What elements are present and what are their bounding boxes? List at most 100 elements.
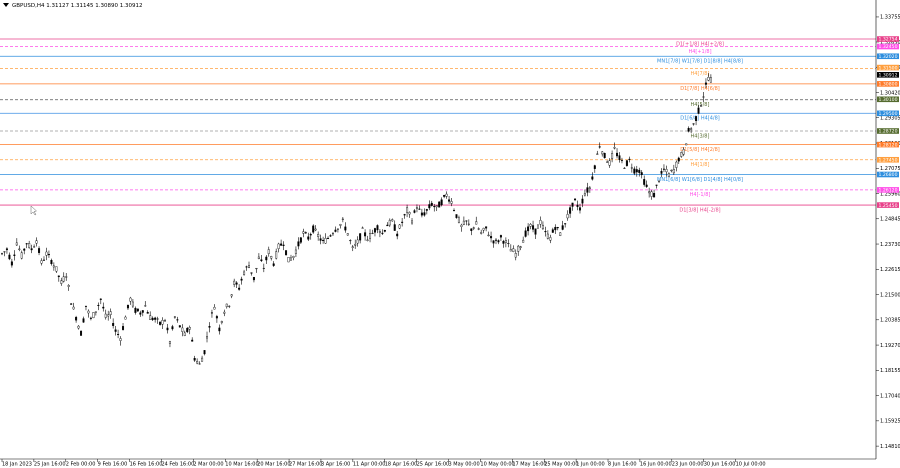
candle-body	[509, 248, 512, 252]
candle-body	[433, 206, 436, 208]
candle-body	[388, 219, 391, 226]
candle-body	[660, 171, 663, 174]
candle-body	[92, 312, 95, 319]
candle-body	[5, 248, 8, 251]
candle-body	[391, 219, 394, 222]
candle-body	[354, 243, 357, 246]
candle-body	[52, 265, 55, 268]
candle-body	[228, 305, 231, 307]
price-tick-label: 1.14810	[880, 444, 900, 450]
candle-body	[709, 77, 712, 83]
candle-body	[67, 285, 70, 287]
price-tick-label: 1.23730	[880, 242, 900, 248]
price-badge-label: 1.32754	[879, 37, 898, 43]
candle-body	[361, 227, 364, 229]
candle-body	[171, 326, 174, 330]
candle-body	[136, 308, 139, 312]
price-tick-label: 1.21500	[880, 292, 900, 298]
candle-body	[356, 239, 359, 244]
time-tick-label: 2 Mar 00:00	[193, 462, 223, 468]
candle-body	[680, 152, 683, 157]
candle-body	[588, 187, 591, 189]
time-tick-label: 10 Jul 00:00	[736, 462, 766, 468]
candle-body	[230, 294, 233, 297]
candle-body	[420, 212, 423, 216]
time-tick-label: 23 Jun 00:00	[672, 462, 704, 468]
candle-body	[546, 233, 549, 239]
candle-body	[238, 287, 241, 290]
candle-body	[435, 205, 438, 208]
candle-body	[289, 257, 292, 261]
candle-body	[635, 169, 638, 173]
candle-body	[23, 248, 26, 251]
candle-body	[702, 96, 705, 98]
candle-body	[38, 248, 41, 253]
price-tick-label: 1.22615	[880, 267, 900, 273]
price-badge-label: 1.26800	[879, 172, 898, 178]
candle-body	[117, 333, 120, 335]
price-badge-label: 1.25450	[879, 203, 898, 209]
candle-body	[692, 123, 695, 125]
candle-body	[42, 259, 45, 261]
candle-body	[640, 172, 643, 176]
candle-body	[697, 107, 700, 114]
candle-body	[201, 357, 204, 362]
candle-body	[495, 239, 498, 241]
candle-body	[344, 226, 347, 231]
time-tick-label: 24 Feb 16:00	[161, 462, 194, 468]
candle-body	[551, 229, 554, 233]
candle-body	[620, 160, 623, 162]
candle-body	[569, 207, 572, 214]
candle-body	[415, 207, 418, 209]
price-badge-label: 1.26120	[879, 188, 898, 194]
candle-body	[658, 180, 661, 182]
candle-body	[139, 312, 142, 315]
candle-body	[20, 252, 23, 259]
price-badge-label: 1.29500	[879, 111, 898, 117]
candle-body	[112, 323, 115, 326]
price-badge-label: 1.30100	[879, 97, 898, 103]
price-badge-label: 1.28120	[879, 142, 898, 148]
candle-body	[685, 143, 688, 146]
candle-body	[243, 271, 246, 275]
candle-body	[87, 310, 90, 314]
candle-body	[80, 330, 83, 336]
candle-body	[65, 276, 68, 278]
candle-body	[366, 239, 369, 241]
candle-body	[134, 307, 137, 313]
candle-body	[411, 220, 414, 224]
candle-body	[470, 228, 473, 231]
candle-body	[593, 165, 596, 169]
candle-body	[149, 315, 152, 320]
candle-body	[161, 320, 164, 325]
candle-body	[188, 327, 191, 330]
time-tick-label: 27 Mar 16:00	[289, 462, 322, 468]
candle-body	[122, 326, 125, 330]
candle-body	[408, 212, 411, 215]
candle-body	[428, 204, 431, 209]
candle-body	[532, 225, 535, 230]
time-tick-label: 25 May 00:00	[544, 462, 578, 468]
candle-body	[667, 173, 670, 177]
candle-body	[10, 261, 13, 266]
candle-body	[196, 361, 199, 364]
candle-body	[25, 243, 28, 245]
candle-body	[534, 228, 537, 235]
candle-body	[675, 161, 678, 168]
candle-body	[601, 151, 604, 155]
candle-body	[250, 272, 253, 274]
candle-body	[294, 249, 297, 254]
candle-body	[203, 350, 206, 355]
price-badge-label: 1.32450	[879, 44, 898, 50]
candle-body	[618, 155, 621, 161]
candle-body	[154, 317, 157, 320]
candle-body	[502, 241, 505, 244]
candle-body	[77, 325, 80, 329]
price-chart[interactable]: D1[+1/8] H4[+2/8]H4[+1/8]MN1[7/8] W1[7/8…	[0, 0, 900, 468]
price-tick-label: 1.19270	[880, 343, 900, 349]
candle-body	[514, 253, 517, 258]
time-tick-label: 30 Jun 16:00	[704, 462, 736, 468]
candle-body	[527, 226, 530, 232]
candle-body	[252, 276, 255, 281]
candle-body	[124, 316, 127, 320]
